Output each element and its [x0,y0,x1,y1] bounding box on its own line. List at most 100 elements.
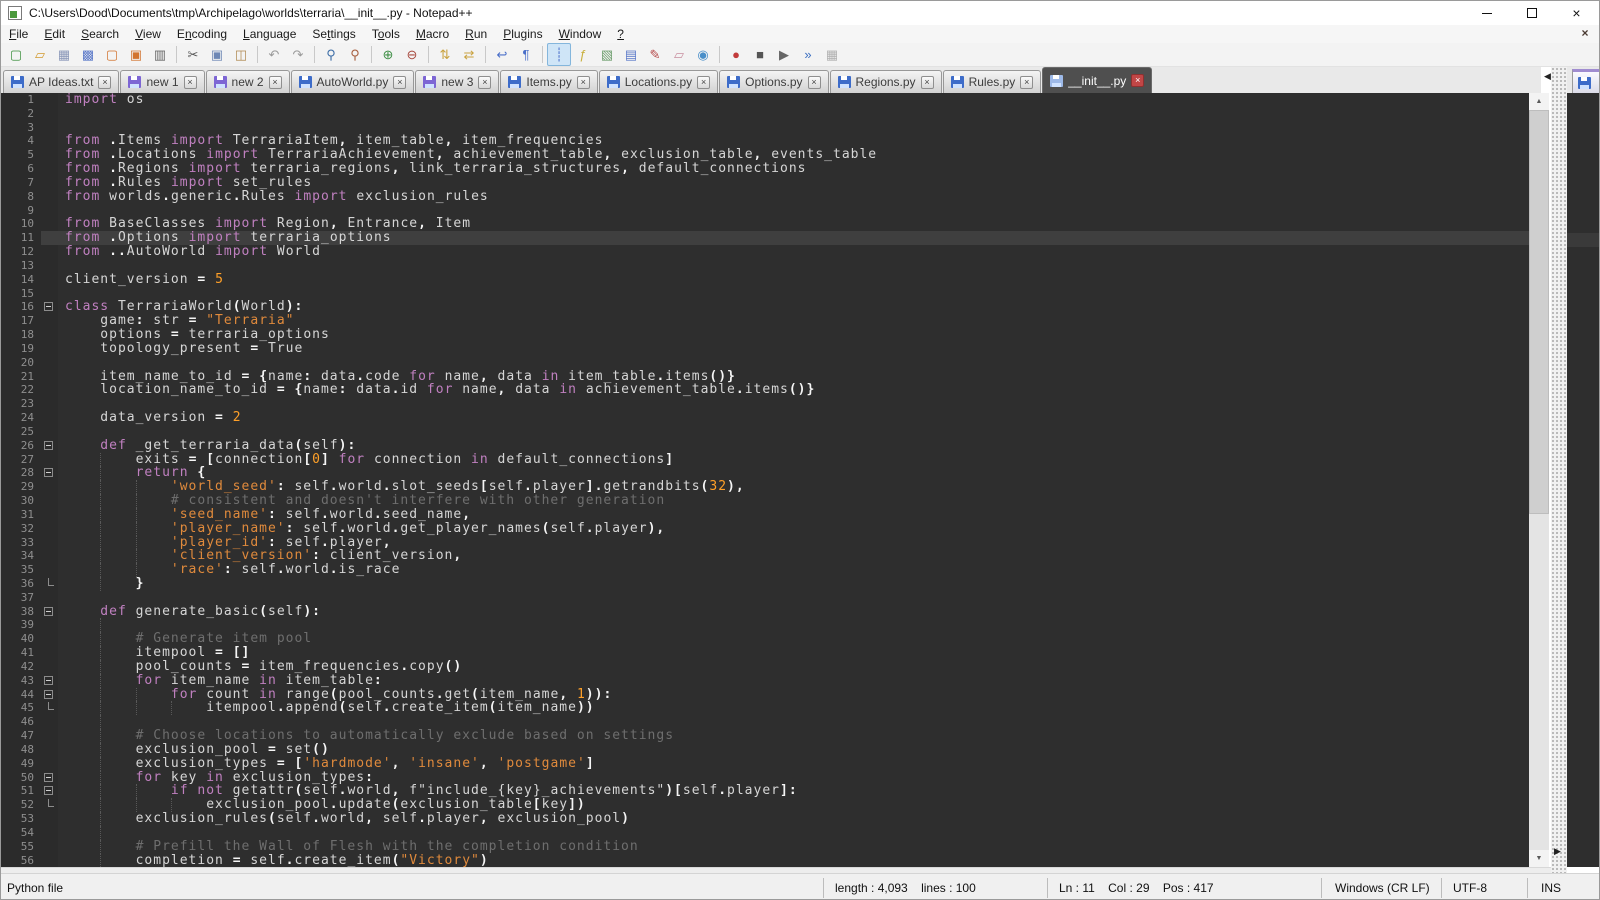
line-number[interactable]: 11 [1,231,41,245]
line-number[interactable]: 30 [1,494,41,508]
line-number[interactable]: 34 [1,549,41,563]
line-number[interactable]: 16 [1,300,41,314]
code-line[interactable]: 12from ..AutoWorld import World [1,245,1529,259]
code-line[interactable]: 11from .Options import terraria_options [1,231,1529,245]
code-line[interactable]: 41itempool = [] [1,646,1529,660]
code-line[interactable]: 56completion = self.create_item("Victory… [1,854,1529,867]
line-number[interactable]: 31 [1,508,41,522]
line-number[interactable]: 23 [1,397,41,411]
code-line[interactable]: 29'world_seed': self.world.slot_seeds[se… [1,480,1529,494]
fold-collapse-icon[interactable] [44,468,53,477]
second-view-editor[interactable] [1567,93,1600,867]
code-line[interactable]: 17game: str = "Terraria" [1,314,1529,328]
menu-help[interactable]: ? [609,25,632,43]
code-line[interactable]: 45itempool.append(self.create_item(item_… [1,701,1529,715]
tab-close-icon[interactable]: × [269,76,282,89]
code-line[interactable]: 31'seed_name': self.world.seed_name, [1,508,1529,522]
menu-tools[interactable]: Tools [364,25,408,43]
line-number[interactable]: 12 [1,245,41,259]
document-list-button[interactable]: ▤ [619,43,643,66]
print-button[interactable]: ▥ [148,43,172,66]
code-line[interactable]: 16class TerrariaWorld(World): [1,300,1529,314]
line-number[interactable]: 2 [1,107,41,121]
fold-margin[interactable] [41,300,58,314]
tab-new-1[interactable]: new 1× [120,70,204,93]
line-number[interactable]: 36 [1,577,41,591]
fold-collapse-icon[interactable] [44,773,53,782]
macro-save-button[interactable]: ▦ [820,43,844,66]
code-line[interactable]: 33'player_id': self.player, [1,536,1529,550]
tab-items-py[interactable]: Items.py× [500,70,597,93]
fold-collapse-icon[interactable] [44,302,53,311]
code-line[interactable]: 14client_version = 5 [1,273,1529,287]
second-view-partial-tab[interactable] [1572,69,1600,93]
tab-close-icon[interactable]: × [478,76,491,89]
code-line[interactable]: 49exclusion_types = ['hardmode', 'insane… [1,757,1529,771]
line-number[interactable]: 27 [1,453,41,467]
fold-margin[interactable] [41,674,58,688]
menu-search[interactable]: Search [73,25,127,43]
line-number[interactable]: 19 [1,342,41,356]
tab-init-py[interactable]: __init__.py× [1042,67,1152,93]
menu-file[interactable]: File [1,25,36,43]
fold-collapse-icon[interactable] [44,690,53,699]
code-line[interactable]: 8from worlds.generic.Rules import exclus… [1,190,1529,204]
sync-horizontal-button[interactable]: ⇄ [457,43,481,66]
code-line[interactable]: 37 [1,591,1529,605]
vertical-scrollbar[interactable]: ▲ ▼ [1529,93,1549,867]
fold-margin[interactable] [41,466,58,480]
code-line[interactable]: 32'player_name': self.world.get_player_n… [1,522,1529,536]
line-number[interactable]: 5 [1,148,41,162]
sync-vertical-button[interactable]: ⇅ [433,43,457,66]
code-line[interactable]: 52exclusion_pool.update(exclusion_table[… [1,798,1529,812]
line-number[interactable]: 37 [1,591,41,605]
menu-edit[interactable]: Edit [36,25,73,43]
line-number[interactable]: 33 [1,536,41,550]
close-document-x-button[interactable]: × [1578,26,1592,40]
code-line[interactable]: 22location_name_to_id = {name: data.id f… [1,383,1529,397]
line-number[interactable]: 47 [1,729,41,743]
tab-close-icon[interactable]: × [1020,76,1033,89]
line-number[interactable]: 3 [1,121,41,135]
code-line[interactable]: 25 [1,425,1529,439]
code-line[interactable]: 3 [1,121,1529,135]
panel-splitter[interactable] [1551,67,1567,873]
file-edit-button[interactable]: ✎ [643,43,667,66]
code-line[interactable]: 9 [1,204,1529,218]
fold-margin[interactable] [41,784,58,798]
folder-as-workspace-button[interactable]: ▱ [667,43,691,66]
line-number[interactable]: 21 [1,370,41,384]
menu-window[interactable]: Window [551,25,610,43]
code-line[interactable]: 50for key in exclusion_types: [1,771,1529,785]
fold-collapse-icon[interactable] [44,786,53,795]
code-line[interactable]: 28return { [1,466,1529,480]
code-line[interactable]: 44for count in range(pool_counts.get(ite… [1,688,1529,702]
fold-margin[interactable] [41,771,58,785]
fold-collapse-icon[interactable] [44,676,53,685]
line-number[interactable]: 26 [1,439,41,453]
code-line[interactable]: 26def _get_terraria_data(self): [1,439,1529,453]
menu-view[interactable]: View [127,25,169,43]
code-line[interactable]: 15 [1,287,1529,301]
line-number[interactable]: 41 [1,646,41,660]
zoom-out-button[interactable]: ⊖ [400,43,424,66]
code-line[interactable]: 54 [1,826,1529,840]
close-button[interactable]: ▢ [100,43,124,66]
code-line[interactable]: 36} [1,577,1529,591]
code-line[interactable]: 55# Prefill the Wall of Flesh with the c… [1,840,1529,854]
minimize-button[interactable] [1464,1,1509,25]
line-number[interactable]: 40 [1,632,41,646]
line-number[interactable]: 13 [1,259,41,273]
line-number[interactable]: 29 [1,480,41,494]
macro-stop-button[interactable]: ■ [748,43,772,66]
close-all-button[interactable]: ▣ [124,43,148,66]
line-number[interactable]: 4 [1,134,41,148]
code-line[interactable]: 34'client_version': client_version, [1,549,1529,563]
tab-close-icon[interactable]: × [184,76,197,89]
tab-new-3[interactable]: new 3× [415,70,499,93]
line-number[interactable]: 15 [1,287,41,301]
document-map-button[interactable]: ▧ [595,43,619,66]
copy-button[interactable]: ▣ [205,43,229,66]
line-number[interactable]: 44 [1,688,41,702]
show-all-characters-button[interactable]: ¶ [514,43,538,66]
